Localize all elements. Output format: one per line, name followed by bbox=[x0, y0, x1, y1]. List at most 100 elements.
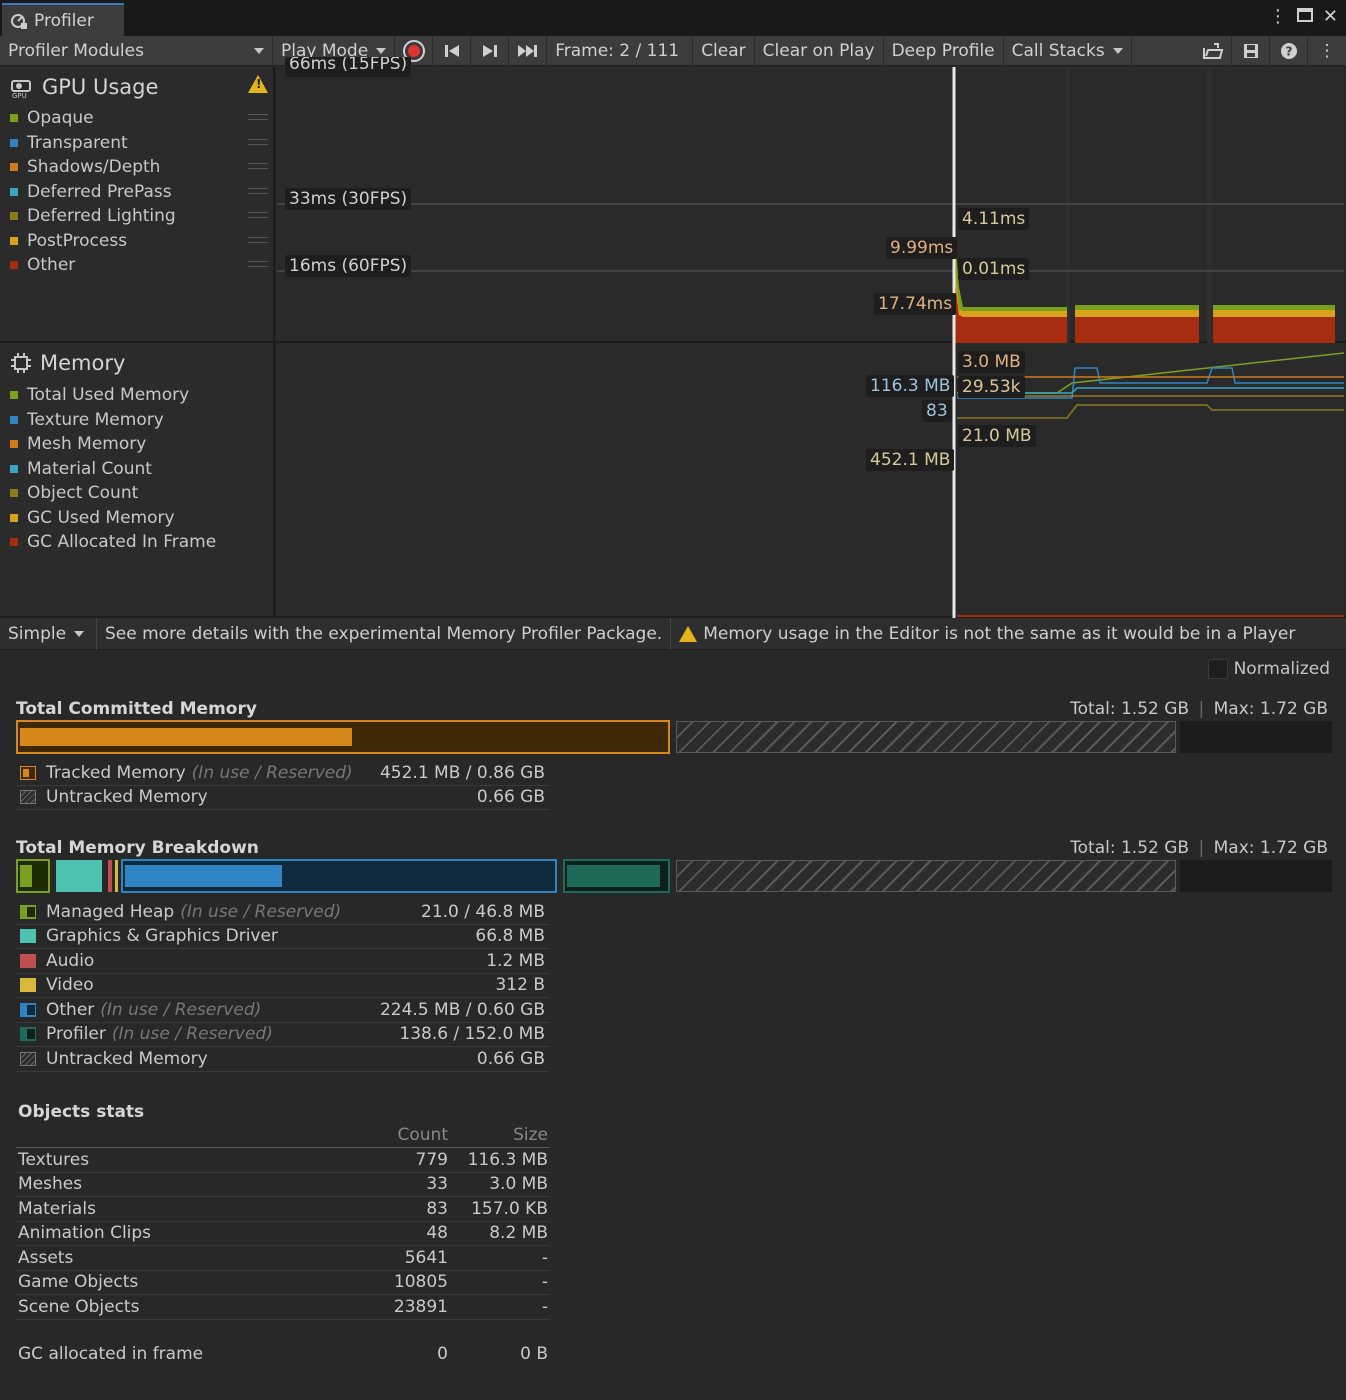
table-row[interactable]: Profiler (In use / Reserved) 138.6 / 152.… bbox=[16, 1023, 549, 1047]
normalized-checkbox[interactable] bbox=[1207, 659, 1228, 679]
other-segment[interactable] bbox=[121, 859, 557, 893]
table-row[interactable]: Managed Heap (In use / Reserved) 21.0 / 4… bbox=[16, 900, 549, 925]
graphics-segment[interactable] bbox=[56, 860, 102, 892]
legend-item-material-count[interactable]: Material Count bbox=[10, 457, 268, 482]
profiler-modules-dropdown[interactable]: Profiler Modules bbox=[0, 35, 273, 66]
table-row[interactable]: Game Objects 10805 - bbox=[16, 1271, 550, 1295]
frame-column bbox=[1065, 67, 1070, 343]
table-row[interactable]: Meshes 33 3.0 MB bbox=[16, 1173, 550, 1197]
profiler-segment[interactable] bbox=[563, 859, 670, 893]
memory-chart-graph bbox=[952, 343, 1344, 618]
skip-forward-icon bbox=[517, 44, 537, 57]
profiler-modules-label: Profiler Modules bbox=[8, 40, 144, 61]
legend-item-total-used-memory[interactable]: Total Used Memory bbox=[10, 383, 268, 408]
legend-item-postprocess[interactable]: PostProcess bbox=[10, 229, 268, 254]
first-frame-button[interactable] bbox=[433, 35, 472, 66]
load-button[interactable] bbox=[1194, 35, 1232, 66]
tracked-memory-bar[interactable] bbox=[16, 720, 670, 754]
table-row[interactable]: Textures 779 116.3 MB bbox=[16, 1148, 550, 1173]
memory-details-panel: Normalized Total Committed Memory Total:… bbox=[0, 651, 1346, 1400]
gpu-usage-legend-panel[interactable]: GPU GPU Usage Opaque Transparent Shadows… bbox=[0, 67, 275, 341]
gpu-chart-graph bbox=[277, 67, 1344, 343]
objects-table-header: Count Size bbox=[16, 1123, 550, 1147]
drag-handle-icon[interactable] bbox=[248, 187, 268, 194]
untracked-memory-bar[interactable] bbox=[676, 721, 1176, 753]
help-icon: ? bbox=[1280, 42, 1297, 59]
drag-handle-icon[interactable] bbox=[248, 163, 268, 169]
legend-item-object-count[interactable]: Object Count bbox=[10, 481, 268, 506]
legend-item-mesh-memory[interactable]: Mesh Memory bbox=[10, 432, 268, 457]
row-note: (In use / Reserved) bbox=[180, 901, 342, 922]
row-name: Animation Clips bbox=[18, 1223, 152, 1244]
close-icon[interactable]: ✕ bbox=[1323, 6, 1338, 27]
legend-swatch bbox=[10, 489, 18, 498]
gpu-warning-icon[interactable] bbox=[248, 75, 268, 93]
last-frame-button[interactable] bbox=[509, 35, 548, 66]
table-row[interactable]: Video 312 B bbox=[16, 974, 549, 998]
legend-swatch bbox=[10, 114, 18, 123]
row-size: - bbox=[541, 1247, 548, 1268]
legend-item-gc-used-memory[interactable]: GC Used Memory bbox=[10, 506, 268, 531]
table-row[interactable]: Untracked Memory 0.66 GB bbox=[16, 786, 549, 810]
legend-item-deferred-prepass[interactable]: Deferred PrePass bbox=[10, 180, 268, 205]
legend-item-other[interactable]: Other bbox=[10, 253, 268, 278]
memory-chart[interactable]: 3.0 MB 116.3 MB 29.53k 83 21.0 MB 452.1 … bbox=[277, 343, 1344, 618]
table-row[interactable]: Animation Clips 48 8.2 MB bbox=[16, 1222, 550, 1246]
profiler-tab[interactable]: Profiler bbox=[2, 3, 124, 36]
gpu-usage-chart[interactable]: 66ms (15FPS) 33ms (30FPS) 16ms (60FPS) 4… bbox=[277, 57, 1344, 343]
table-row[interactable]: Other (In use / Reserved) 224.5 MB / 0.60… bbox=[16, 998, 549, 1023]
audio-segment[interactable] bbox=[108, 860, 112, 892]
managed-heap-segment[interactable] bbox=[16, 859, 50, 893]
legend-label: Material Count bbox=[27, 458, 152, 479]
drag-handle-icon[interactable] bbox=[248, 114, 268, 120]
step-forward-icon bbox=[482, 44, 497, 57]
table-row[interactable]: Materials 83 157.0 KB bbox=[16, 1197, 550, 1222]
memory-profiler-package-link[interactable]: See more details with the experimental M… bbox=[97, 617, 672, 650]
drag-handle-icon[interactable] bbox=[248, 236, 268, 243]
normalized-toggle[interactable]: Normalized bbox=[1207, 659, 1330, 679]
legend-item-shadows-depth[interactable]: Shadows/Depth bbox=[10, 155, 268, 180]
table-row[interactable]: Scene Objects 23891 - bbox=[16, 1295, 550, 1320]
legend-item-transparent[interactable]: Transparent bbox=[10, 131, 268, 156]
toolbar-menu-button[interactable]: ⋮ bbox=[1308, 36, 1346, 66]
view-mode-dropdown[interactable]: Simple bbox=[0, 617, 97, 650]
row-count: 48 bbox=[426, 1223, 448, 1244]
legend-item-deferred-lighting[interactable]: Deferred Lighting bbox=[10, 204, 268, 229]
cursor-value-label: 4.11ms bbox=[958, 208, 1030, 230]
table-row[interactable]: Audio 1.2 MB bbox=[16, 949, 549, 974]
clear-on-play-button[interactable]: Clear on Play bbox=[755, 35, 884, 66]
save-button[interactable] bbox=[1232, 35, 1270, 66]
drag-handle-icon[interactable] bbox=[248, 212, 268, 218]
video-segment[interactable] bbox=[115, 860, 118, 892]
table-row[interactable]: Untracked Memory 0.66 GB bbox=[16, 1047, 549, 1072]
deep-profile-button[interactable]: Deep Profile bbox=[884, 35, 1004, 66]
gc-allocated-row[interactable]: GC allocated in frame 0 0 B bbox=[16, 1342, 550, 1367]
legend-item-texture-memory[interactable]: Texture Memory bbox=[10, 408, 268, 433]
open-folder-icon bbox=[1202, 42, 1223, 59]
next-frame-button[interactable] bbox=[471, 35, 510, 66]
legend-label: Total Used Memory bbox=[27, 385, 190, 406]
help-button[interactable]: ? bbox=[1270, 35, 1308, 66]
drag-handle-icon[interactable] bbox=[248, 138, 268, 145]
drag-handle-icon[interactable] bbox=[248, 261, 268, 267]
maximize-icon[interactable] bbox=[1296, 6, 1313, 27]
table-row[interactable]: Graphics & Graphics Driver 66.8 MB bbox=[16, 925, 549, 949]
more-options-icon[interactable]: ⋮ bbox=[1269, 6, 1287, 27]
legend-swatch bbox=[20, 978, 36, 993]
gpu-usage-title: GPU GPU Usage bbox=[10, 75, 158, 99]
table-row[interactable]: Tracked Memory (In use / Reserved) 452.1 … bbox=[16, 761, 549, 786]
memory-title: Memory bbox=[10, 351, 125, 375]
row-size: 116.3 MB bbox=[467, 1149, 548, 1170]
legend-item-gc-allocated-in-frame[interactable]: GC Allocated In Frame bbox=[10, 530, 268, 555]
cursor-value-label: 83 bbox=[922, 400, 952, 422]
table-row[interactable]: Assets 5641 - bbox=[16, 1246, 550, 1271]
legend-label: Deferred PrePass bbox=[27, 181, 172, 202]
clear-button[interactable]: Clear bbox=[693, 35, 755, 66]
call-stacks-dropdown[interactable]: Call Stacks bbox=[1004, 35, 1132, 66]
untracked-segment[interactable] bbox=[676, 860, 1176, 892]
legend-swatch bbox=[10, 138, 18, 147]
legend-item-opaque[interactable]: Opaque bbox=[10, 106, 268, 131]
row-name: Textures bbox=[18, 1149, 90, 1170]
legend-swatch bbox=[20, 1027, 36, 1042]
memory-legend-panel[interactable]: Memory Total Used Memory Texture Memory … bbox=[0, 343, 275, 616]
